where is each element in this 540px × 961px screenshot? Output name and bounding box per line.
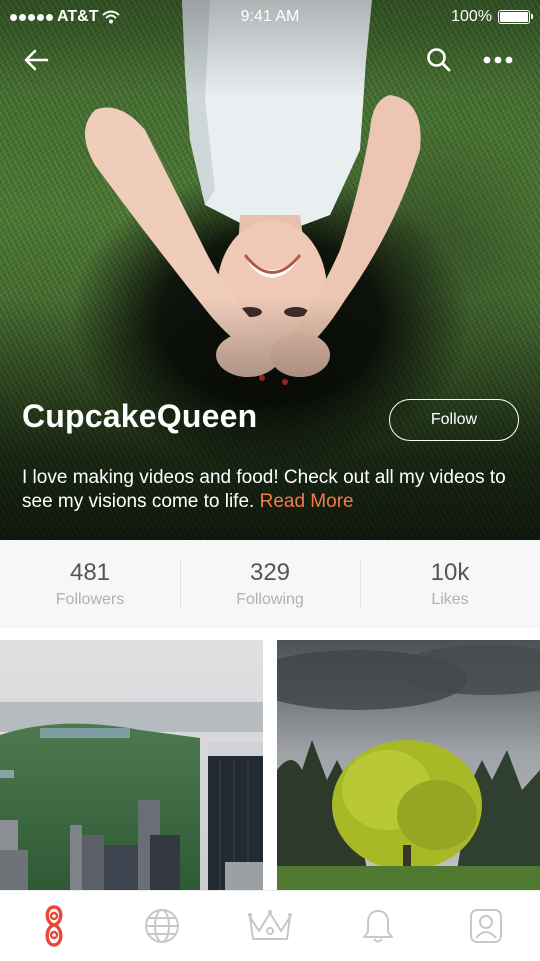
profile-username: CupcakeQueen xyxy=(22,398,258,434)
stat-label: Likes xyxy=(431,591,469,608)
bottom-tab-bar xyxy=(0,890,540,961)
read-more-link[interactable]: Read More xyxy=(260,491,354,512)
green-tree-image xyxy=(277,640,540,890)
follow-button[interactable]: Follow xyxy=(389,399,519,441)
tab-profile[interactable] xyxy=(432,891,540,961)
battery-indicator: 100% xyxy=(451,8,533,26)
tab-explore[interactable] xyxy=(108,891,216,961)
stat-value: 329 xyxy=(249,559,291,586)
globe-icon xyxy=(145,909,179,943)
profile-cover-photo: AT&T 9:41 AM 100% CupcakeQueen Follow I xyxy=(0,0,540,540)
stat-label: Following xyxy=(236,591,304,608)
video-thumbnail[interactable] xyxy=(277,640,540,890)
stat-following[interactable]: 329 Following xyxy=(180,540,360,628)
city-park-image xyxy=(0,640,263,890)
video-thumbnail[interactable] xyxy=(0,640,263,890)
back-arrow-icon xyxy=(24,49,49,71)
search-button[interactable] xyxy=(421,42,457,78)
stat-followers[interactable]: 481 Followers xyxy=(0,540,180,628)
battery-icon xyxy=(498,10,533,24)
battery-percent: 100% xyxy=(451,8,492,25)
stat-value: 10k xyxy=(430,559,470,586)
crown-icon xyxy=(248,910,292,940)
status-bar: AT&T 9:41 AM 100% xyxy=(0,0,540,36)
profile-bio: I love making videos and food! Check out… xyxy=(22,466,522,514)
search-icon xyxy=(427,48,451,72)
video-grid xyxy=(0,640,540,890)
stat-label: Followers xyxy=(55,591,125,608)
profile-stats: 481 Followers 329 Following 10k Likes xyxy=(0,540,540,628)
bell-icon xyxy=(363,910,393,943)
home-logo-icon xyxy=(45,905,63,947)
tab-notifications[interactable] xyxy=(324,891,432,961)
stat-value: 481 xyxy=(69,559,111,586)
tab-home[interactable] xyxy=(0,891,108,961)
profile-icon xyxy=(470,909,502,943)
stat-likes[interactable]: 10k Likes xyxy=(360,540,540,628)
tab-top[interactable] xyxy=(216,891,324,961)
more-options-button[interactable] xyxy=(480,42,516,78)
more-dots-icon xyxy=(483,56,513,64)
back-button[interactable] xyxy=(18,42,54,78)
